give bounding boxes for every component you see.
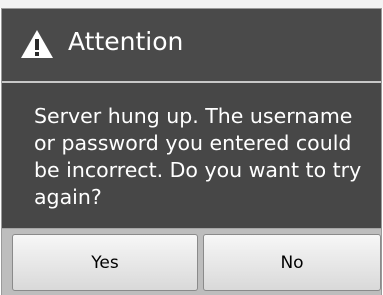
dialog-title: Attention bbox=[68, 27, 184, 56]
warning-icon bbox=[21, 30, 53, 58]
background-strip bbox=[0, 0, 383, 8]
alert-dialog: Attention Server hung up. The username o… bbox=[0, 0, 383, 295]
dialog-body: Server hung up. The username or password… bbox=[2, 83, 381, 233]
no-button[interactable]: No bbox=[203, 234, 381, 291]
dialog-message: Server hung up. The username or password… bbox=[34, 104, 362, 209]
yes-button[interactable]: Yes bbox=[12, 234, 198, 291]
dialog-frame: Attention Server hung up. The username o… bbox=[1, 8, 382, 295]
dialog-button-bar: Yes No bbox=[2, 228, 381, 295]
dialog-title-bar: Attention bbox=[2, 9, 381, 81]
